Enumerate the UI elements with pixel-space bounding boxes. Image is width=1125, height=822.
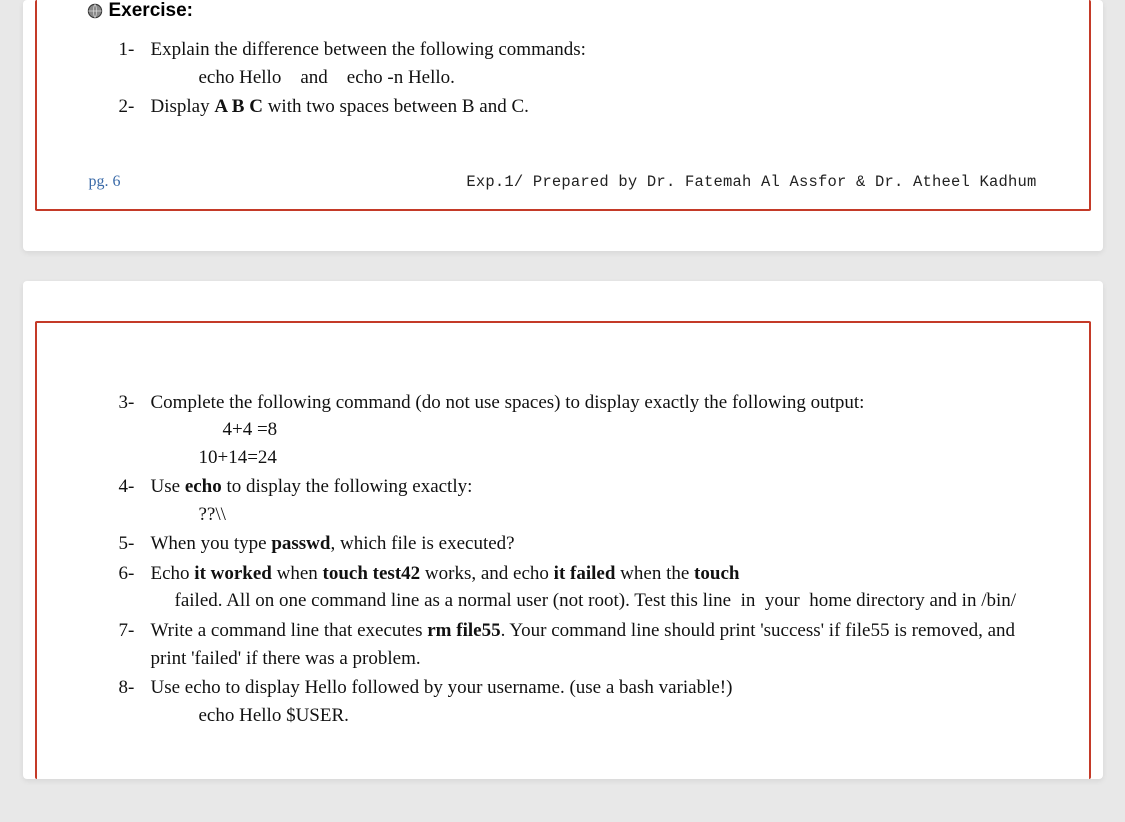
exercise-heading: Exercise: — [87, 0, 1037, 22]
page-2: 3- Complete the following command (do no… — [23, 281, 1103, 780]
q7-number: 7- — [119, 617, 135, 645]
q2-post: with two spaces between B and C. — [263, 96, 529, 117]
q6-number: 6- — [119, 560, 135, 588]
question-list-2: 3- Complete the following command (do no… — [89, 389, 1037, 730]
q8-line: echo Hello $USER. — [151, 702, 1037, 730]
q1-commands: echo Hello and echo -n Hello. — [151, 64, 1037, 92]
q2-pre: Display — [151, 96, 215, 117]
q8-number: 8- — [119, 674, 135, 702]
q6-f: it failed — [554, 563, 616, 584]
q4-pre: Use — [151, 476, 185, 497]
q6-h: touch — [694, 563, 739, 584]
q5-post: , which file is executed? — [330, 533, 514, 554]
q8-text: Use echo to display Hello followed by yo… — [151, 677, 733, 698]
prepared-by: Exp.1/ Prepared by Dr. Fatemah Al Assfor… — [466, 173, 1036, 191]
q6-b: it worked — [194, 563, 272, 584]
question-2: 2- Display A B C with two spaces between… — [119, 93, 1037, 121]
page-1: Exercise: 1- Explain the difference betw… — [23, 0, 1103, 251]
q6-a: Echo — [151, 563, 195, 584]
q4-line: ??\\ — [151, 501, 1037, 529]
q3-line-a: 4+4 =8 — [151, 416, 1037, 444]
q3-line-b: 10+14=24 — [151, 444, 1037, 472]
q3-number: 3- — [119, 389, 135, 417]
question-4: 4- Use echo to display the following exa… — [119, 473, 1037, 528]
q6-g: when the — [615, 563, 694, 584]
page-2-frame: 3- Complete the following command (do no… — [35, 321, 1091, 780]
question-7: 7- Write a command line that executes rm… — [119, 617, 1037, 672]
q2-bold: A B C — [214, 96, 263, 117]
q1-text: Explain the difference between the follo… — [151, 39, 586, 60]
q6-d: touch test42 — [323, 563, 421, 584]
q1-number: 1- — [119, 36, 135, 64]
q7-a: Write a command line that executes — [151, 620, 428, 641]
globe-icon — [87, 3, 103, 19]
q6-line2: failed. All on one command line as a nor… — [151, 587, 1037, 615]
question-6: 6- Echo it worked when touch test42 work… — [119, 560, 1037, 615]
q4-bold: echo — [185, 476, 222, 497]
q3-text: Complete the following command (do not u… — [151, 392, 865, 413]
question-8: 8- Use echo to display Hello followed by… — [119, 674, 1037, 729]
question-1: 1- Explain the difference between the fo… — [119, 36, 1037, 91]
page-footer: pg. 6 Exp.1/ Prepared by Dr. Fatemah Al … — [89, 173, 1037, 191]
q6-c: when — [272, 563, 323, 584]
question-5: 5- When you type passwd, which file is e… — [119, 530, 1037, 558]
q2-number: 2- — [119, 93, 135, 121]
q5-pre: When you type — [151, 533, 272, 554]
question-list-1: 1- Explain the difference between the fo… — [89, 36, 1037, 121]
q4-number: 4- — [119, 473, 135, 501]
page-number: pg. 6 — [89, 173, 121, 191]
q5-bold: passwd — [271, 533, 330, 554]
q4-post: to display the following exactly: — [222, 476, 473, 497]
exercise-title: Exercise: — [109, 0, 194, 22]
q6-e: works, and echo — [420, 563, 554, 584]
q7-b: rm file55 — [427, 620, 500, 641]
q5-number: 5- — [119, 530, 135, 558]
page-1-frame: Exercise: 1- Explain the difference betw… — [35, 0, 1091, 211]
question-3: 3- Complete the following command (do no… — [119, 389, 1037, 472]
